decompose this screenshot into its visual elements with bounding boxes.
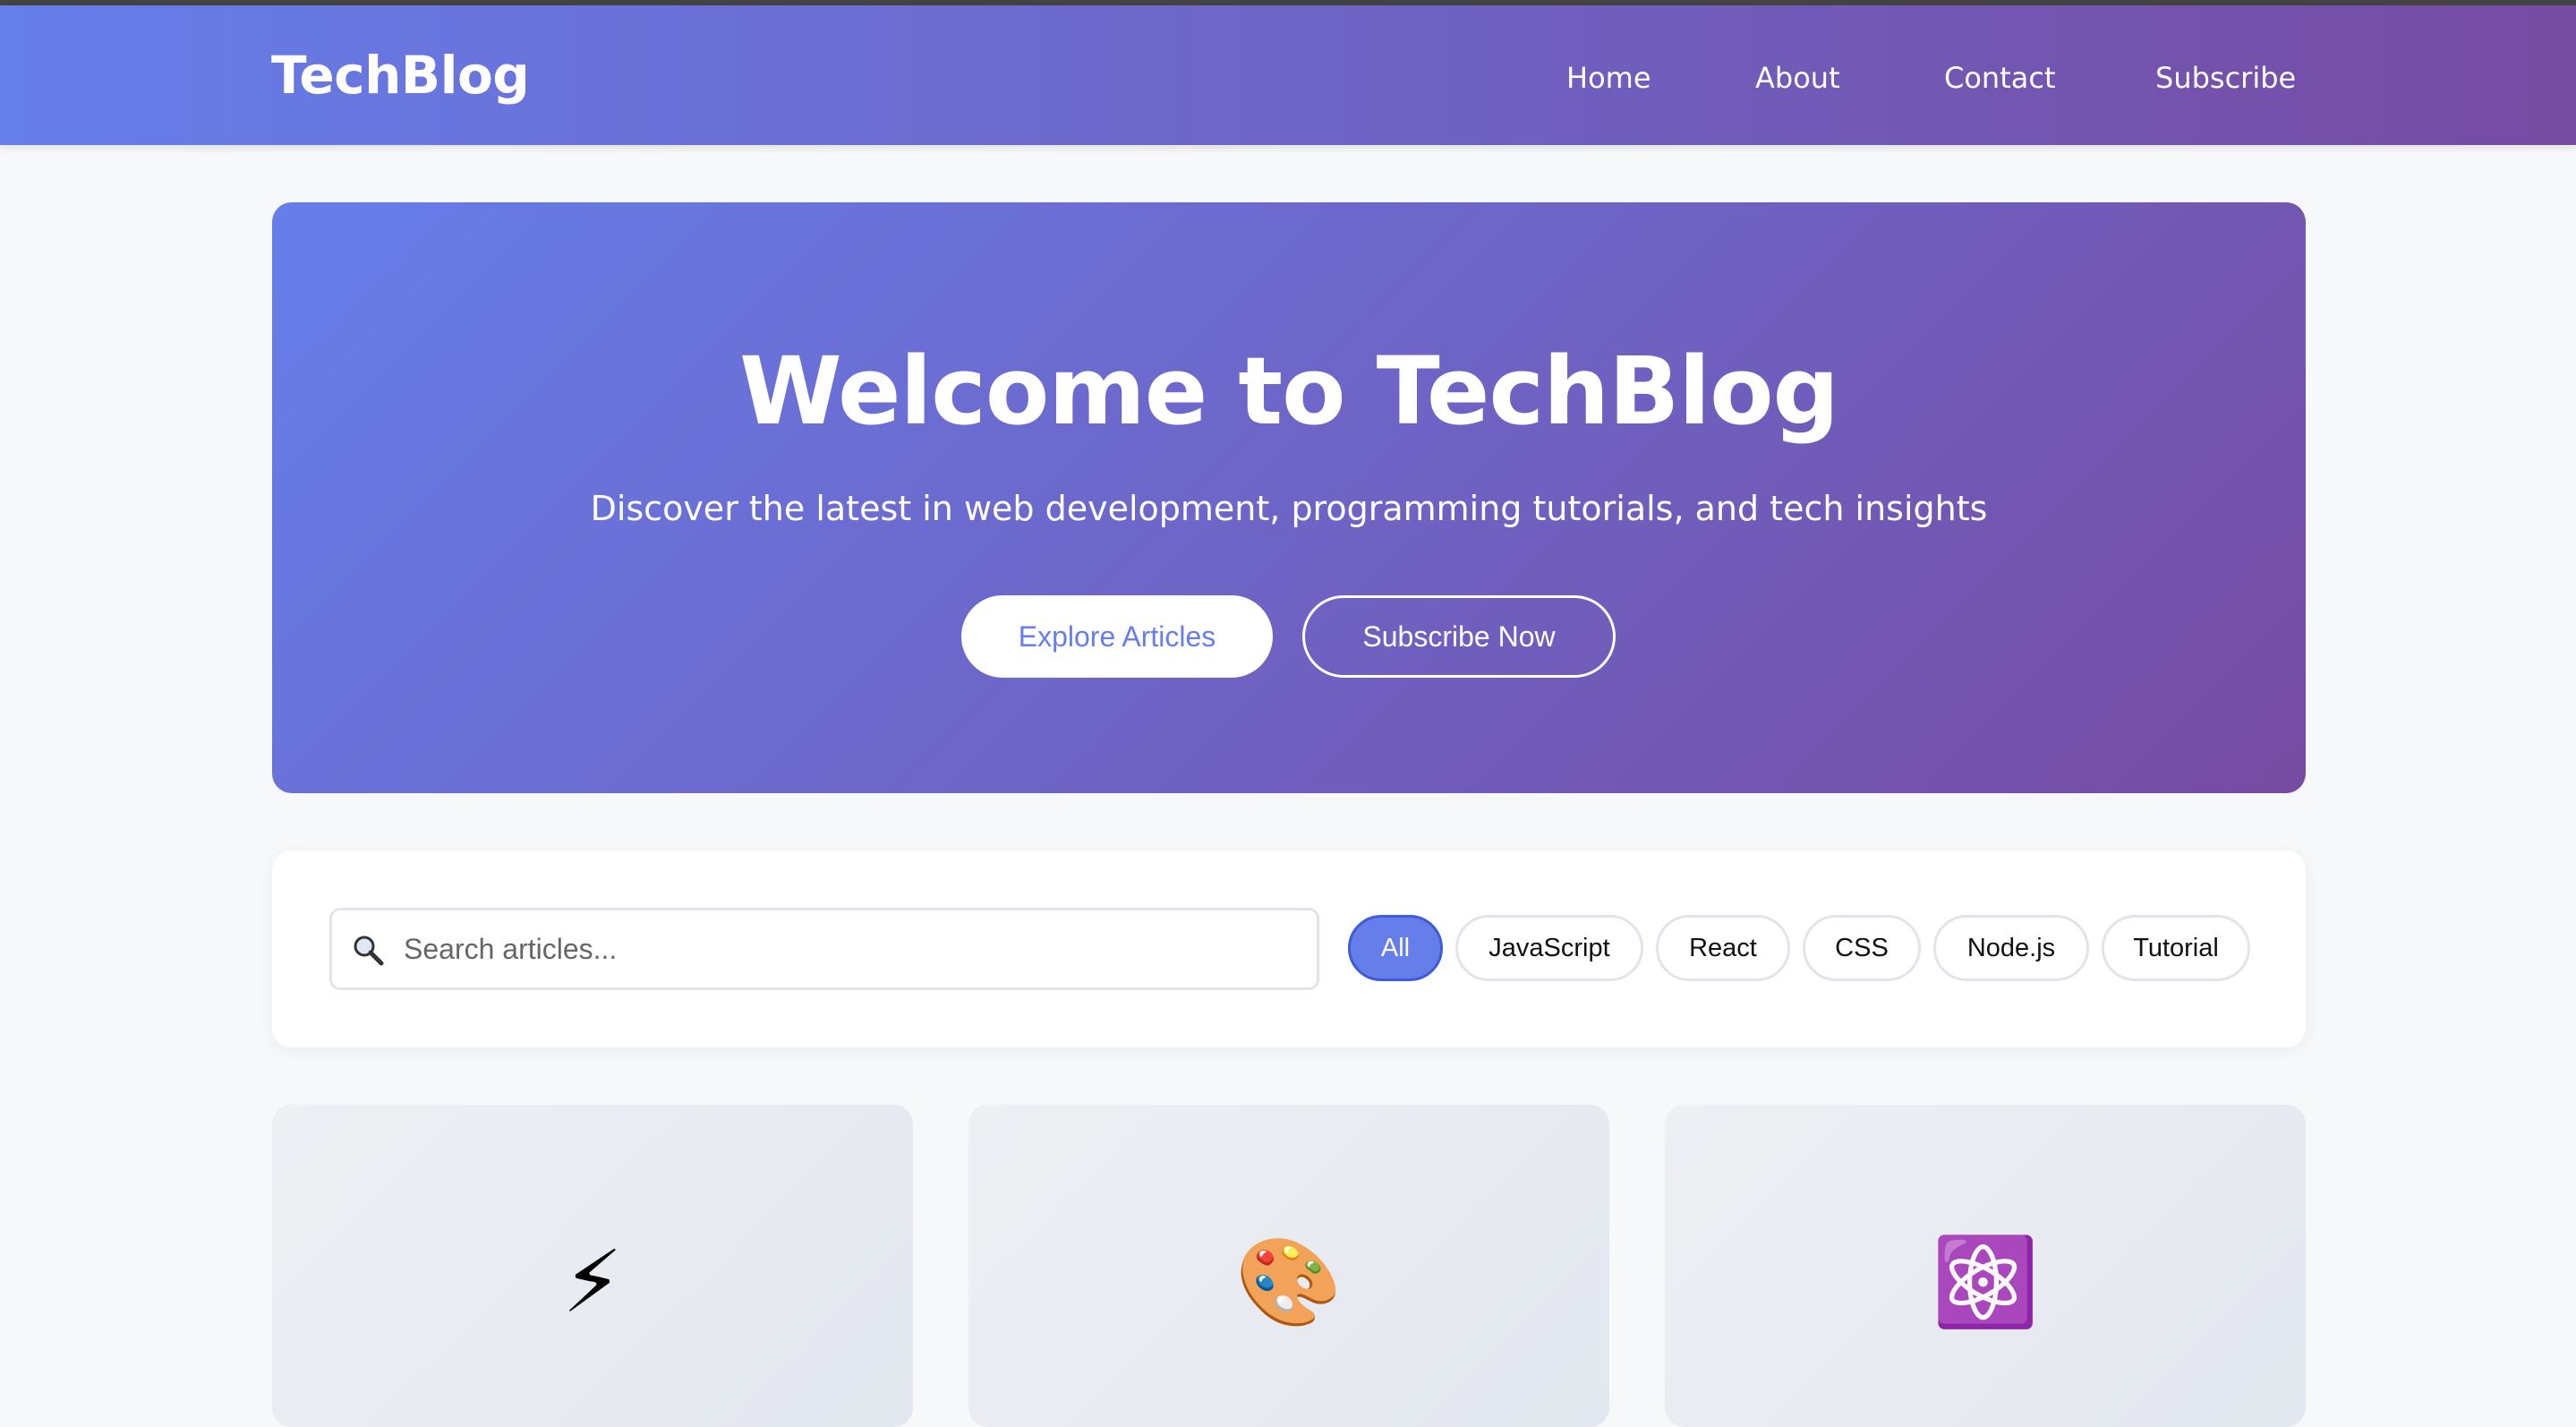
article-card[interactable]: 🎨	[968, 1105, 1609, 1427]
filter-chip-javascript[interactable]: JavaScript	[1455, 915, 1643, 981]
site-header: TechBlog Home About Contact Subscribe	[0, 5, 2576, 145]
nav-link-subscribe[interactable]: Subscribe	[2155, 61, 2296, 95]
subscribe-now-button[interactable]: Subscribe Now	[1302, 595, 1616, 678]
filter-chip-css[interactable]: CSS	[1803, 915, 1921, 981]
filter-chip-tutorial[interactable]: Tutorial	[2102, 915, 2250, 981]
hero-subtitle: Discover the latest in web development, …	[590, 489, 1988, 528]
article-card[interactable]: ⚛️	[1665, 1105, 2306, 1427]
search-input[interactable]	[404, 910, 1299, 987]
nav-link-contact[interactable]: Contact	[1944, 61, 2056, 95]
lightning-icon: ⚡	[562, 1232, 623, 1332]
atom-icon: ⚛️	[1932, 1232, 2039, 1332]
explore-articles-button[interactable]: Explore Articles	[961, 595, 1273, 678]
palette-icon: 🎨	[1235, 1232, 1343, 1332]
hero-title: Welcome to TechBlog	[739, 337, 1839, 446]
filter-chip-nodejs[interactable]: Node.js	[1933, 915, 2089, 981]
filter-chip-all[interactable]: All	[1348, 915, 1443, 981]
nav-link-home[interactable]: Home	[1566, 61, 1651, 95]
hero-banner: Welcome to TechBlog Discover the latest …	[272, 202, 2306, 793]
search-icon	[354, 936, 384, 966]
nav-link-about[interactable]: About	[1755, 61, 1840, 95]
article-card[interactable]: ⚡	[272, 1105, 913, 1427]
search-box[interactable]	[329, 908, 1319, 990]
search-filter-panel: All JavaScript React CSS Node.js Tutoria…	[272, 850, 2306, 1047]
filter-chip-react[interactable]: React	[1656, 915, 1790, 981]
site-logo[interactable]: TechBlog	[271, 45, 530, 106]
